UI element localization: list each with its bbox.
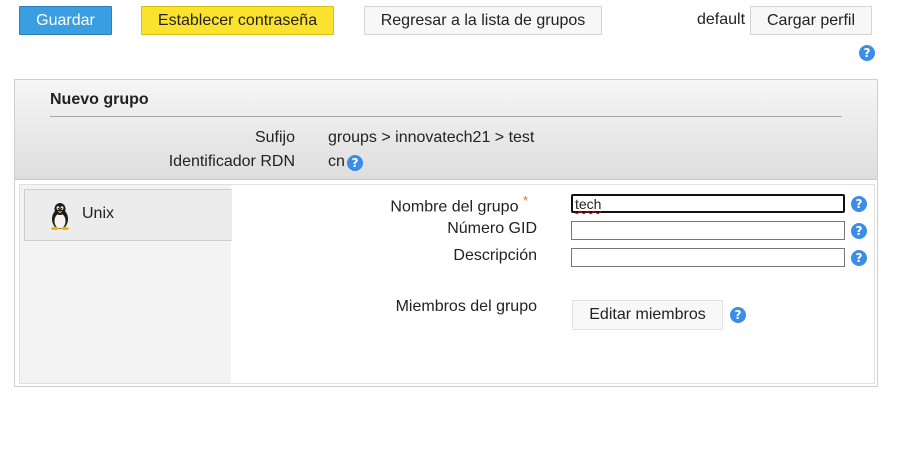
- load-profile-button[interactable]: Cargar perfil: [750, 6, 872, 35]
- panel-header: Nuevo grupo Sufijo groups > innovatech21…: [15, 80, 877, 180]
- group-name-label: Nombre del grupo *: [328, 193, 528, 216]
- group-name-label-text: Nombre del grupo: [390, 198, 519, 216]
- tab-unix[interactable]: Unix: [24, 189, 232, 241]
- back-to-groups-button[interactable]: Regresar a la lista de grupos: [364, 6, 602, 35]
- members-label: Miembros del grupo: [395, 298, 537, 315]
- profile-name: default: [697, 11, 746, 28]
- group-name-input[interactable]: tech: [571, 194, 845, 213]
- required-mark: *: [522, 193, 528, 208]
- rdn-label: Identificador RDN: [168, 153, 295, 170]
- tab-unix-label: Unix: [82, 205, 115, 222]
- header-divider: [50, 116, 842, 117]
- help-icon[interactable]: ?: [851, 250, 867, 266]
- help-icon[interactable]: ?: [859, 45, 875, 61]
- set-password-button[interactable]: Establecer contraseña: [141, 6, 334, 35]
- help-icon[interactable]: ?: [851, 223, 867, 239]
- gid-label: Número GID: [447, 220, 537, 237]
- tux-icon: [51, 203, 69, 230]
- gid-input[interactable]: [571, 221, 845, 240]
- save-button[interactable]: Guardar: [19, 6, 112, 35]
- edit-members-button[interactable]: Editar miembros: [572, 300, 723, 330]
- rdn-value: cn: [328, 153, 345, 170]
- help-icon[interactable]: ?: [347, 155, 363, 171]
- help-icon[interactable]: ?: [730, 307, 746, 323]
- page-title: Nuevo grupo: [50, 91, 149, 108]
- group-name-value: tech: [575, 196, 602, 212]
- suffix-label: Sufijo: [254, 129, 295, 146]
- suffix-value: groups > innovatech21 > test: [328, 129, 535, 146]
- description-input[interactable]: [571, 248, 845, 267]
- description-label: Descripción: [453, 247, 537, 264]
- tab-list: Unix: [20, 185, 232, 383]
- help-icon[interactable]: ?: [851, 196, 867, 212]
